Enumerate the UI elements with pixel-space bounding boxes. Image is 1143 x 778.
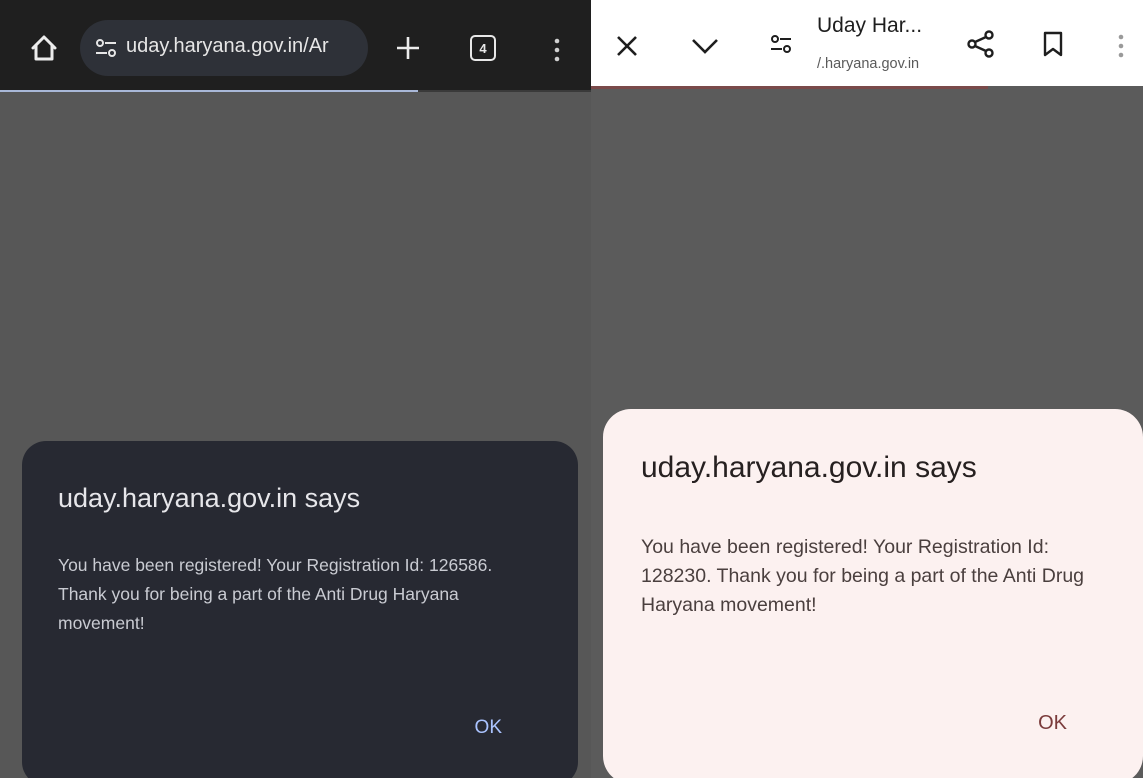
dialog-message: You have been registered! Your Registrat…	[641, 536, 1085, 616]
share-icon	[967, 30, 994, 58]
site-settings-button[interactable]	[761, 24, 801, 64]
alert-dialog: uday.haryana.gov.in says You have been r…	[603, 409, 1143, 778]
tab-switcher-icon: 4	[470, 35, 496, 61]
tab-count: 4	[479, 40, 487, 56]
dialog-title: uday.haryana.gov.in says	[641, 451, 977, 484]
home-icon	[31, 35, 57, 61]
site-settings-button[interactable]	[92, 34, 120, 62]
more-vert-icon	[554, 38, 560, 62]
alert-dialog: uday.haryana.gov.in says You have been r…	[22, 441, 578, 778]
home-button[interactable]	[24, 28, 64, 68]
divider	[418, 90, 591, 92]
close-button[interactable]	[605, 24, 649, 68]
left-browser-screenshot: uday.haryana.gov.in/Ar 4 uday.haryana.go…	[0, 0, 591, 778]
custom-tab-toolbar: Uday Har... /.haryana.gov.in	[591, 0, 1143, 86]
bookmark-icon	[1043, 31, 1063, 57]
new-tab-button[interactable]	[386, 26, 430, 70]
share-button[interactable]	[959, 22, 1003, 66]
omnibox-url[interactable]: uday.haryana.gov.in/Ar	[126, 35, 329, 58]
more-vert-icon	[1118, 34, 1124, 58]
bookmark-button[interactable]	[1031, 22, 1075, 66]
more-menu-button[interactable]	[545, 30, 569, 70]
progress-line	[591, 86, 988, 89]
page-title: Uday Har...	[817, 14, 923, 37]
omnibox[interactable]: uday.haryana.gov.in/Ar	[80, 20, 368, 76]
right-browser-screenshot: Uday Har... /.haryana.gov.in uday.haryan…	[591, 0, 1143, 778]
tune-icon	[771, 35, 791, 53]
ok-button[interactable]: OK	[475, 717, 502, 739]
close-icon	[617, 36, 637, 56]
dialog-title: uday.haryana.gov.in says	[58, 483, 361, 513]
dialog-message: You have been registered! Your Registrat…	[58, 555, 493, 633]
tune-icon	[96, 39, 116, 57]
minimize-button[interactable]	[683, 24, 727, 68]
page-url: /.haryana.gov.in	[817, 56, 920, 72]
plus-icon	[397, 37, 419, 59]
ok-button[interactable]: OK	[1038, 712, 1067, 735]
tab-switcher-button[interactable]: 4	[463, 28, 503, 68]
chevron-down-icon	[692, 39, 718, 54]
more-menu-button[interactable]	[1109, 26, 1133, 66]
browser-toolbar: uday.haryana.gov.in/Ar 4	[0, 0, 591, 90]
progress-line	[0, 90, 418, 92]
